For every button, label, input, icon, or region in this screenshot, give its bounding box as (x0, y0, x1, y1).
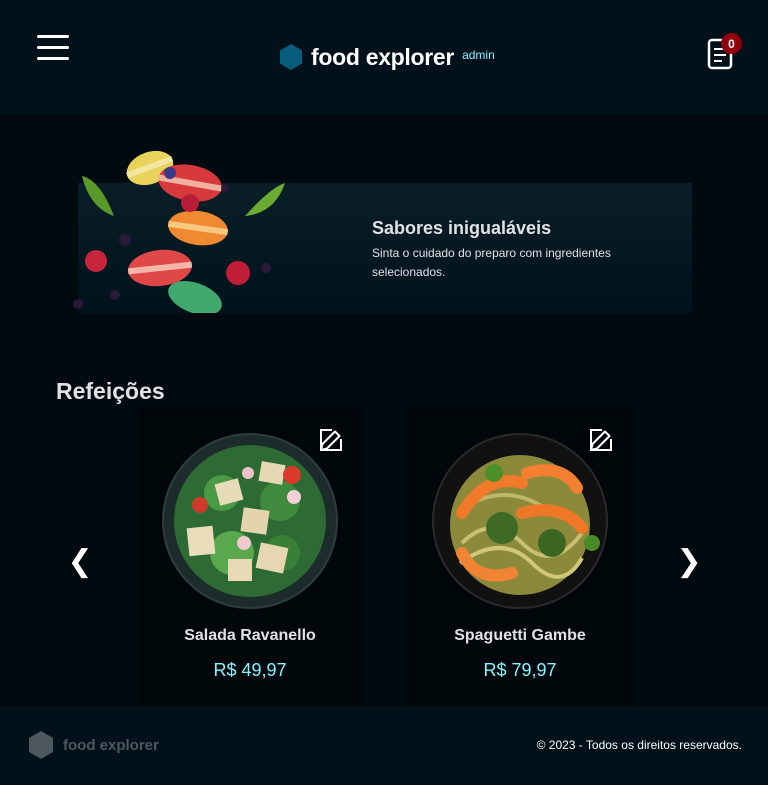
hexagon-icon (29, 731, 53, 759)
dish-price: R$ 79,97 (483, 660, 557, 680)
copyright-text: © 2023 - Todos os direitos reservados. (536, 738, 742, 752)
dish-name[interactable]: Spaguetti Gambe (408, 627, 632, 645)
dish-price: R$ 49,97 (213, 660, 287, 680)
footer-brand: food explorer (29, 731, 159, 759)
dish-name[interactable]: Salada Ravanello (138, 627, 362, 645)
carousel-prev-button[interactable]: ❮ (67, 543, 92, 579)
dish-card[interactable]: Salada Ravanello R$ 49,97 (138, 409, 362, 706)
banner-title: Sabores inigualáveis (372, 218, 552, 238)
brand-name: food explorer (311, 43, 455, 70)
hexagon-icon (280, 44, 302, 70)
dish-image-shrimp-pasta (432, 433, 608, 609)
menu-icon-bar (37, 57, 69, 60)
footer-brand-name: food explorer (63, 736, 159, 754)
carousel-next-button[interactable]: ❯ (676, 543, 701, 579)
brand-logo[interactable]: food explorer admin (279, 43, 495, 71)
dish-image-salad (162, 433, 338, 609)
menu-icon-bar (37, 35, 69, 38)
section-title: Refeições (56, 378, 165, 404)
cart-count-badge: 0 (721, 33, 742, 54)
role-badge: admin (462, 48, 495, 62)
banner-text: Sinta o cuidado do preparo com ingredien… (372, 246, 611, 279)
menu-button[interactable] (37, 35, 69, 61)
macarons-image (73, 150, 285, 313)
dish-card[interactable]: Spaguetti Gambe R$ 79,97 (408, 409, 632, 706)
menu-icon-bar (37, 46, 69, 49)
